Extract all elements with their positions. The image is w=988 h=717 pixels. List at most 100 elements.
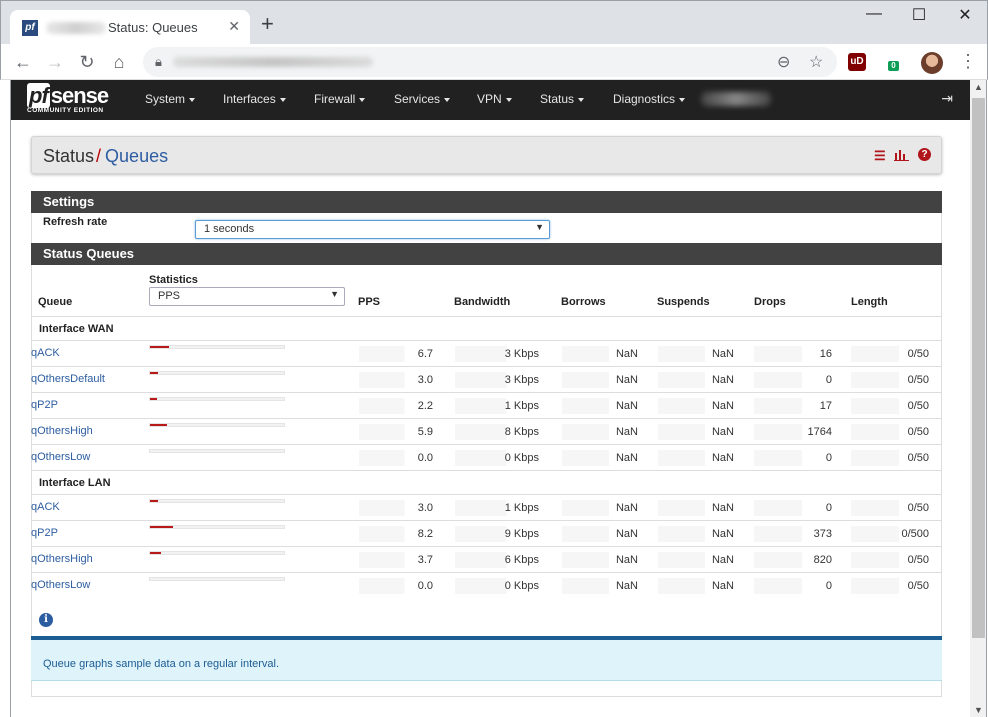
settings-sliders-icon[interactable]: ☰ (874, 148, 886, 164)
forward-icon[interactable]: → (43, 50, 67, 74)
home-icon[interactable]: ⌂ (107, 50, 131, 74)
queue-row: qP2P 8.2 9 Kbps NaN NaN 373 0/500 (31, 520, 942, 546)
queue-borrows-cell: NaN (562, 346, 640, 362)
window-close-button[interactable]: ✕ (942, 5, 988, 25)
queue-stat-bar (149, 577, 285, 581)
queue-name-link[interactable]: qP2P (31, 399, 58, 411)
queue-row: qOthersDefault 3.0 3 Kbps NaN NaN 0 0/50 (31, 366, 942, 392)
queue-row: qACK 6.7 3 Kbps NaN NaN 16 0/50 (31, 340, 942, 366)
queue-bandwidth-cell: 6 Kbps (455, 552, 541, 568)
queue-pps-cell: 3.0 (359, 500, 435, 516)
extension-badge: 0 (888, 61, 899, 71)
breadcrumb-status[interactable]: Status (43, 146, 94, 166)
menu-services[interactable]: Services (394, 92, 451, 106)
queue-name-link[interactable]: qACK (31, 347, 60, 359)
zoom-icon[interactable]: ⊖ (777, 52, 790, 72)
refresh-rate-select[interactable]: 1 seconds ▼ (195, 220, 550, 239)
queue-stat-bar (149, 345, 285, 349)
address-bar[interactable]: 🔒︎ ⊖ ☆ (143, 47, 837, 77)
scroll-thumb[interactable] (972, 98, 985, 638)
queue-length-cell: 0/50 (851, 346, 931, 362)
col-drops: Drops (754, 296, 786, 308)
menu-system[interactable]: System (145, 92, 196, 106)
breadcrumb-queues[interactable]: Queues (105, 146, 168, 166)
queue-name-link[interactable]: qOthersLow (31, 451, 90, 463)
interface-group-label: Interface WAN (39, 323, 114, 335)
maximize-button[interactable]: ☐ (896, 5, 942, 25)
minimize-button[interactable]: — (851, 5, 897, 23)
queue-stat-bar (149, 525, 285, 529)
logout-icon[interactable]: ⇥ (941, 90, 953, 107)
blurred-menu-item (701, 92, 771, 106)
scroll-up-icon[interactable]: ▲ (974, 82, 983, 92)
menu-interfaces[interactable]: Interfaces (223, 92, 286, 106)
menu-vpn[interactable]: VPN (477, 92, 512, 106)
queue-bandwidth-cell: 1 Kbps (455, 398, 541, 414)
queue-bandwidth-cell: 1 Kbps (455, 500, 541, 516)
queue-bandwidth-cell: 3 Kbps (455, 346, 541, 362)
queue-drops-cell: 1764 (754, 424, 834, 440)
queue-name-link[interactable]: qP2P (31, 527, 58, 539)
menu-diagnostics[interactable]: Diagnostics (613, 92, 686, 106)
pfsense-page: pf sense COMMUNITY EDITION System Interfa… (10, 80, 970, 717)
queue-name-link[interactable]: qOthersDefault (31, 373, 105, 385)
pfsense-favicon-icon: pf (22, 20, 38, 36)
queue-row: qOthersLow 0.0 0 Kbps NaN NaN 0 0/50 (31, 572, 942, 598)
settings-heading: Settings (31, 191, 942, 213)
profile-avatar[interactable] (921, 52, 943, 74)
refresh-rate-label: Refresh rate (43, 216, 108, 228)
back-icon[interactable]: ← (11, 50, 35, 74)
queue-suspends-cell: NaN (658, 346, 736, 362)
bookmark-star-icon[interactable]: ☆ (809, 52, 823, 72)
menu-status[interactable]: Status (540, 92, 585, 106)
queue-name-link[interactable]: qOthersHigh (31, 425, 93, 437)
browser-toolbar: ← → ↻ ⌂ 🔒︎ ⊖ ☆ uD 0 ⋮ (0, 44, 988, 80)
pfsense-logo[interactable]: pf sense COMMUNITY EDITION (27, 83, 109, 114)
queue-name-link[interactable]: qOthersHigh (31, 553, 93, 565)
queue-name-link[interactable]: qACK (31, 501, 60, 513)
queue-pps-cell: 0.0 (359, 450, 435, 466)
extension-icon[interactable]: 0 (881, 53, 899, 71)
queue-suspends-cell: NaN (658, 372, 736, 388)
statistics-select[interactable]: PPS ▼ (149, 287, 345, 306)
info-icon[interactable]: i (39, 613, 53, 627)
scroll-down-icon[interactable]: ▼ (974, 705, 983, 715)
browser-menu-icon[interactable]: ⋮ (959, 51, 977, 72)
new-tab-button[interactable]: + (261, 13, 274, 35)
help-icon[interactable]: ? (918, 148, 931, 161)
chevron-down-icon: ▼ (535, 222, 544, 232)
page-scrollbar[interactable]: ▲ ▼ (970, 80, 987, 717)
interface-group-label: Interface LAN (39, 477, 111, 489)
bar-chart-icon[interactable] (894, 148, 909, 164)
queue-row: qACK 3.0 1 Kbps NaN NaN 0 0/50 (31, 494, 942, 520)
queue-suspends-cell: NaN (658, 500, 736, 516)
browser-tab[interactable]: pf Status: Queues ✕ (10, 10, 250, 45)
queue-borrows-cell: NaN (562, 398, 640, 414)
reload-icon[interactable]: ↻ (75, 50, 99, 74)
queue-stat-bar-fill (150, 398, 157, 400)
queue-row: qOthersHigh 3.7 6 Kbps NaN NaN 820 0/50 (31, 546, 942, 572)
statistics-label: Statistics (149, 274, 198, 286)
info-alert: Queue graphs sample data on a regular in… (31, 636, 942, 681)
queue-bandwidth-cell: 0 Kbps (455, 450, 541, 466)
queue-borrows-cell: NaN (562, 372, 640, 388)
queue-length-cell: 0/50 (851, 552, 931, 568)
tab-close-icon[interactable]: ✕ (228, 18, 240, 35)
queue-row: qP2P 2.2 1 Kbps NaN NaN 17 0/50 (31, 392, 942, 418)
menu-firewall[interactable]: Firewall (314, 92, 366, 106)
ublock-extension-icon[interactable]: uD (848, 53, 866, 71)
col-queue: Queue (38, 296, 73, 308)
queue-name-link[interactable]: qOthersLow (31, 579, 90, 591)
queue-borrows-cell: NaN (562, 578, 640, 594)
browser-tab-strip: pf Status: Queues ✕ + — ☐ ✕ (0, 0, 988, 45)
status-queues-heading: Status Queues (31, 243, 942, 265)
queue-drops-cell: 16 (754, 346, 834, 362)
col-pps: PPS (358, 296, 381, 308)
queue-bandwidth-cell: 9 Kbps (455, 526, 541, 542)
interface-group-row: Interface LAN (31, 470, 942, 496)
queue-stat-bar-fill (150, 552, 161, 554)
queue-borrows-cell: NaN (562, 450, 640, 466)
queue-borrows-cell: NaN (562, 526, 640, 542)
queue-suspends-cell: NaN (658, 552, 736, 568)
queue-suspends-cell: NaN (658, 424, 736, 440)
